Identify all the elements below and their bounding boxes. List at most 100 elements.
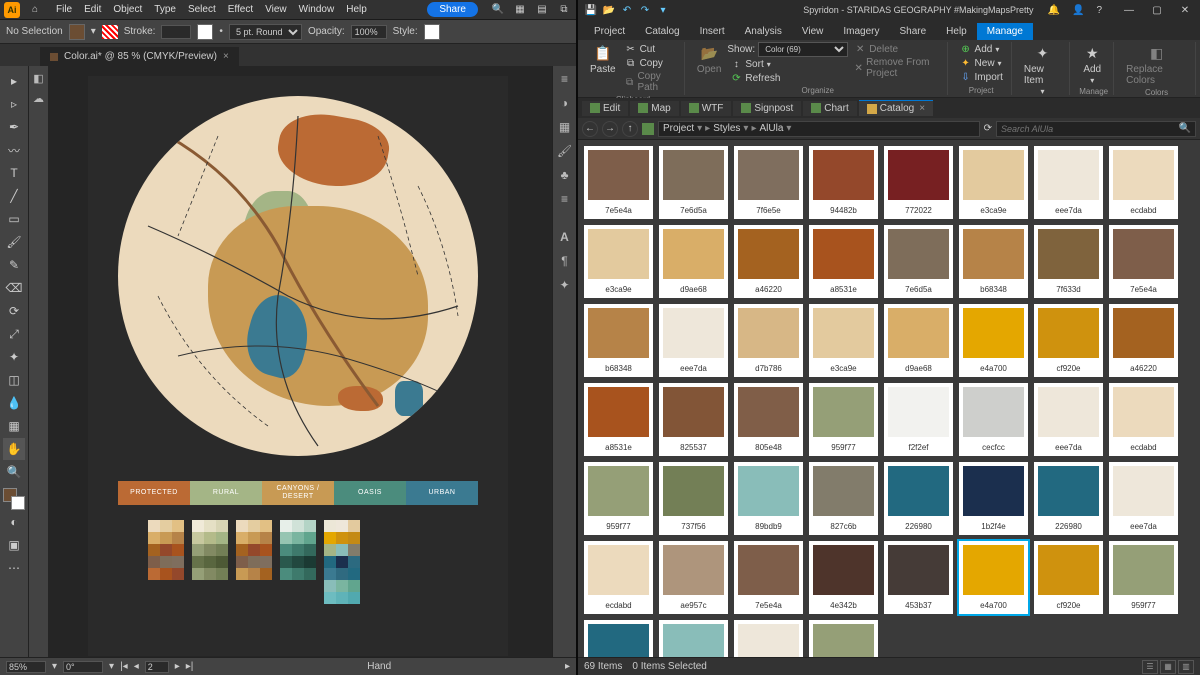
color-swatch[interactable]: eee7da — [1034, 383, 1103, 456]
swatch-grid[interactable]: 7e5e4a7e6d5a7f6e5e94482b772022e3ca9eeee7… — [578, 140, 1200, 657]
color-swatch[interactable]: 7e5e4a — [584, 146, 653, 219]
color-swatch[interactable]: 737f56 — [659, 462, 728, 535]
fill-swatch[interactable] — [69, 24, 85, 40]
delete-button[interactable]: ✕Delete — [851, 42, 941, 56]
user-icon[interactable]: 👤 — [1072, 5, 1084, 16]
glyph-icon[interactable]: ✦ — [556, 276, 574, 294]
ribbon-tab-project[interactable]: Project — [584, 23, 635, 40]
cut-button[interactable]: ✂Cut — [622, 42, 679, 56]
breadcrumb[interactable]: Project ▾▸Styles ▾▸AlUla ▾ — [658, 121, 980, 137]
menu-type[interactable]: Type — [148, 2, 182, 17]
color-swatch[interactable]: 7f6e5e — [734, 146, 803, 219]
symbols-icon[interactable]: ♣ — [556, 166, 574, 184]
color-swatch[interactable]: 4e342b — [809, 541, 878, 614]
view-list-icon[interactable]: ☰ — [1142, 660, 1158, 674]
back-icon[interactable]: ← — [582, 121, 598, 137]
next-page-icon[interactable]: ▸ — [175, 661, 180, 672]
maximize-icon[interactable]: ▢ — [1148, 5, 1166, 16]
width-tool-icon[interactable]: ✦ — [3, 346, 25, 368]
color-swatch[interactable]: 959f77 — [584, 462, 653, 535]
arrange-icon[interactable]: ▦ — [512, 2, 528, 18]
color-swatch[interactable]: e4a700 — [959, 541, 1028, 614]
redo-icon[interactable]: ↷ — [638, 3, 652, 17]
undo-icon[interactable]: ↶ — [620, 3, 634, 17]
open-button[interactable]: 📂Open — [694, 42, 724, 76]
text-tool-icon[interactable]: T — [3, 162, 25, 184]
color-swatch[interactable]: ecdabd — [1109, 383, 1178, 456]
color-swatch[interactable]: 89bdb9 — [734, 462, 803, 535]
draw-mode-icon[interactable]: ◐ — [3, 511, 25, 533]
brush-tool-icon[interactable]: 🖌 — [3, 231, 25, 253]
color-swatch[interactable]: b68348 — [959, 225, 1028, 298]
sort-button[interactable]: ↕Sort ▾ — [727, 57, 848, 71]
menu-file[interactable]: File — [50, 2, 78, 17]
search-icon[interactable]: 🔍 — [490, 2, 506, 18]
copy-button[interactable]: ⧉Copy — [622, 56, 679, 70]
ribbon-tab-catalog[interactable]: Catalog — [635, 23, 689, 40]
help-icon[interactable]: ? — [1096, 5, 1102, 16]
doc-tab[interactable]: Color.ai* @ 85 % (CMYK/Preview) × — [40, 47, 239, 66]
color-swatch[interactable]: 1b2f4e — [959, 462, 1028, 535]
eyedropper-tool-icon[interactable]: 💧 — [3, 392, 25, 414]
close-icon[interactable]: × — [223, 51, 229, 62]
menu-window[interactable]: Window — [293, 2, 341, 17]
new-item-button[interactable]: ✦New Item ▾ — [1021, 42, 1064, 97]
color-swatch[interactable] — [734, 620, 803, 657]
character-icon[interactable]: A — [556, 228, 574, 246]
refresh-button[interactable]: ⟳Refresh — [727, 71, 848, 85]
menu-select[interactable]: Select — [182, 2, 222, 17]
fwd-icon[interactable]: → — [602, 121, 618, 137]
save-icon[interactable]: 💾 — [584, 3, 598, 17]
color-swatch[interactable]: 827c6b — [809, 462, 878, 535]
view-tab-edit[interactable]: Edit — [582, 101, 628, 116]
color-swatch[interactable]: 7f633d — [1034, 225, 1103, 298]
color-swatch[interactable]: cf920e — [1034, 304, 1103, 377]
color-swatch[interactable]: ae957c — [659, 541, 728, 614]
color-swatch[interactable]: 959f77 — [1109, 541, 1178, 614]
gradient-tool-icon[interactable]: ▦ — [3, 415, 25, 437]
color-swatch[interactable]: eee7da — [1034, 146, 1103, 219]
ribbon-tab-view[interactable]: View — [792, 23, 834, 40]
color-swatch[interactable] — [809, 620, 878, 657]
add-button[interactable]: ⊕Add ▾ — [957, 42, 1006, 56]
open-icon[interactable]: 📂 — [602, 3, 616, 17]
noaction-icon[interactable] — [102, 25, 118, 39]
color-icon[interactable]: ◑ — [556, 94, 574, 112]
last-page-icon[interactable]: ▸| — [186, 661, 194, 672]
search-box[interactable]: 🔍 — [996, 121, 1196, 137]
color-swatch[interactable]: 7e6d5a — [884, 225, 953, 298]
qat-more-icon[interactable]: ▾ — [656, 3, 670, 17]
rect-tool-icon[interactable]: ▭ — [3, 208, 25, 230]
breadcrumb-item[interactable]: Styles — [713, 123, 740, 134]
color-swatch[interactable]: d9ae68 — [884, 304, 953, 377]
opacity-input[interactable] — [351, 25, 387, 39]
layers-icon[interactable]: ◧ — [31, 70, 47, 86]
color-swatch[interactable]: ecdabd — [584, 541, 653, 614]
color-swatch[interactable]: b68348 — [584, 304, 653, 377]
brushes-icon[interactable]: 🖌 — [556, 142, 574, 160]
color-swatch[interactable]: eee7da — [659, 304, 728, 377]
stroke-weight-input[interactable] — [161, 25, 191, 39]
direct-select-icon[interactable]: ▹ — [3, 93, 25, 115]
zoom-tool-icon[interactable]: 🔍 — [3, 461, 25, 483]
selection-tool-icon[interactable]: ▸ — [3, 70, 25, 92]
color-swatch[interactable]: a46220 — [734, 225, 803, 298]
copy-path-button[interactable]: ⧉Copy Path — [622, 70, 679, 94]
color-swatch[interactable]: 825537 — [659, 383, 728, 456]
color-swatch[interactable]: cecfcc — [959, 383, 1028, 456]
curvature-icon[interactable]: 〰 — [3, 139, 25, 161]
color-swatch[interactable]: ecdabd — [1109, 146, 1178, 219]
color-swatch[interactable]: 7e5e4a — [1109, 225, 1178, 298]
eraser-tool-icon[interactable]: ⌫ — [3, 277, 25, 299]
color-swatch[interactable]: e3ca9e — [809, 304, 878, 377]
view-tab-map[interactable]: Map — [630, 101, 678, 116]
artboard-input[interactable] — [145, 661, 169, 673]
ribbon-tab-manage[interactable]: Manage — [977, 23, 1033, 40]
menu-object[interactable]: Object — [107, 2, 148, 17]
brush-select[interactable]: 5 pt. Round — [229, 24, 302, 40]
menu-edit[interactable]: Edit — [78, 2, 107, 17]
shaper-tool-icon[interactable]: ✎ — [3, 254, 25, 276]
ai-canvas[interactable]: PROTECTEDRURALCANYONS / DESERTOASISURBAN — [48, 66, 552, 657]
libraries-icon[interactable]: ☁ — [31, 90, 47, 106]
ribbon-tab-analysis[interactable]: Analysis — [735, 23, 792, 40]
